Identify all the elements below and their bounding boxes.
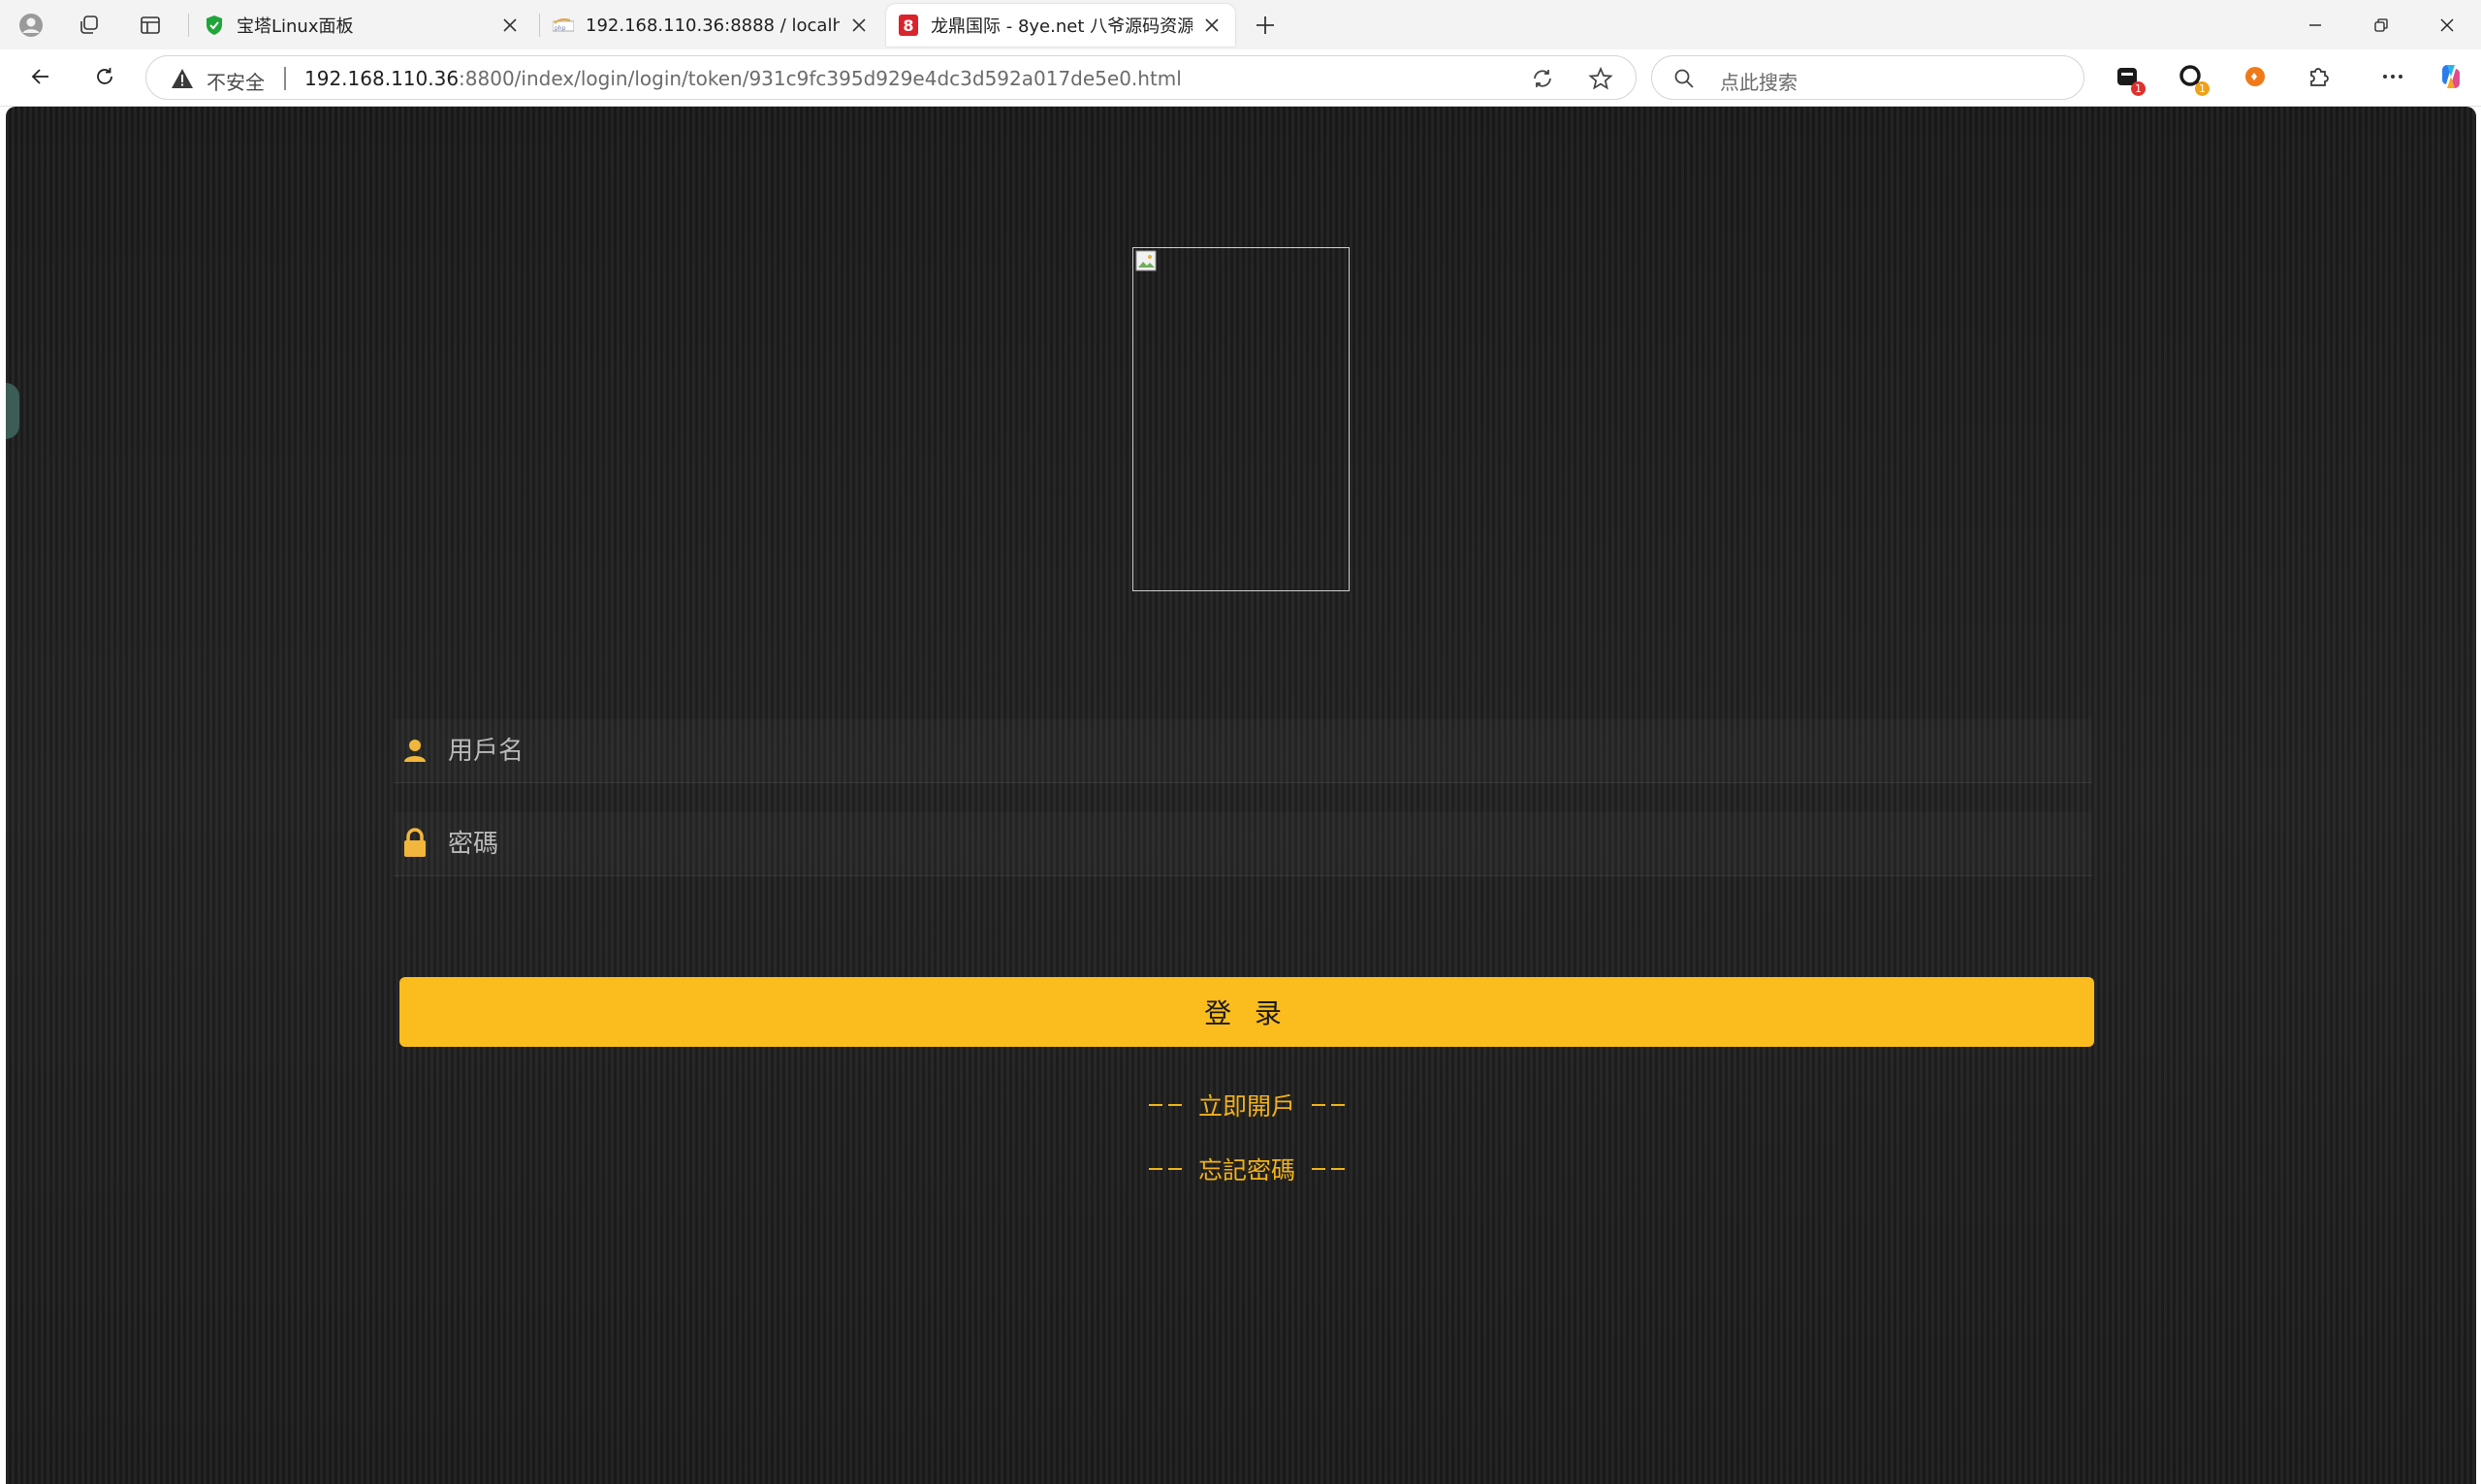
window-close-icon[interactable] <box>2413 0 2481 49</box>
lock-icon <box>399 828 430 859</box>
side-handle[interactable] <box>6 383 19 439</box>
address-toolbar: 不安全 192.168.110.36:8800/index/login/logi… <box>0 49 2481 107</box>
close-icon[interactable] <box>498 14 522 37</box>
tab-longding[interactable]: 8 龙鼎国际 - 8ye.net 八爷源码资源 <box>886 4 1235 47</box>
dash-decoration <box>1312 1168 1325 1170</box>
tab-strip: 宝塔Linux面板 php 192.168.110.36:8888 / loca… <box>0 0 2481 49</box>
svg-text:php: php <box>555 25 566 32</box>
extension-1-button[interactable]: 1 <box>2108 61 2147 96</box>
phpmyadmin-icon: php <box>553 15 574 36</box>
register-link-text: 立即開戶 <box>1197 1092 1295 1121</box>
dash-decoration <box>1148 1104 1162 1106</box>
shield-icon <box>204 15 225 36</box>
warning-icon[interactable] <box>171 68 194 93</box>
tab-baota[interactable]: 宝塔Linux面板 <box>192 4 533 47</box>
close-icon[interactable] <box>847 14 871 37</box>
login-button[interactable]: 登 录 <box>399 977 2094 1047</box>
minimize-icon[interactable] <box>2281 0 2349 49</box>
tab-phpmyadmin[interactable]: php 192.168.110.36:8888 / localhost / <box>541 4 882 47</box>
more-menu-button[interactable] <box>2373 61 2412 96</box>
arrow-left-icon <box>29 65 52 92</box>
password-field <box>394 812 2092 876</box>
extensions-button[interactable] <box>2300 61 2338 96</box>
favorite-star-icon[interactable] <box>1585 63 1616 94</box>
translate-icon[interactable] <box>1527 63 1558 94</box>
dash-decoration <box>1331 1168 1345 1170</box>
profile-icon[interactable] <box>16 10 47 41</box>
restore-icon[interactable] <box>2347 0 2415 49</box>
refresh-button[interactable] <box>85 59 124 98</box>
back-button[interactable] <box>21 59 60 98</box>
red-8-icon: 8 <box>898 15 919 36</box>
username-field <box>394 719 2092 783</box>
dash-decoration <box>1167 1168 1182 1170</box>
tab-divider <box>539 14 540 37</box>
extension-3-icon <box>2242 64 2268 93</box>
extension-2-button[interactable]: 1 <box>2172 61 2211 96</box>
extension-badge: 1 <box>2195 81 2210 96</box>
svg-text:8: 8 <box>903 16 913 35</box>
extension-3-button[interactable] <box>2236 61 2274 96</box>
username-input[interactable] <box>448 719 2077 783</box>
user-icon <box>399 735 430 766</box>
dash-decoration <box>1167 1104 1182 1106</box>
address-divider <box>284 67 286 90</box>
workspaces-icon[interactable] <box>74 10 105 41</box>
search-icon <box>1673 68 1695 93</box>
more-dots-icon <box>2380 64 2405 93</box>
tab-title: 192.168.110.36:8888 / localhost / <box>586 15 840 36</box>
page-viewport: 登 录 立即開戶 忘記密碼 <box>6 107 2476 1484</box>
logo-image-broken <box>1132 247 1350 591</box>
forgot-link-text: 忘記密碼 <box>1197 1156 1295 1184</box>
tab-title: 龙鼎国际 - 8ye.net 八爷源码资源 <box>931 16 1193 37</box>
dash-decoration <box>1312 1104 1325 1106</box>
copilot-icon <box>2436 62 2465 95</box>
refresh-icon <box>93 65 116 92</box>
close-icon[interactable] <box>1200 14 1224 37</box>
url-text[interactable]: 192.168.110.36:8800/index/login/login/to… <box>304 67 1182 90</box>
url-host: 192.168.110.36 <box>304 67 460 90</box>
tab-title: 宝塔Linux面板 <box>237 16 354 37</box>
puzzle-icon <box>2306 64 2332 93</box>
vertical-tabs-icon[interactable] <box>135 10 166 41</box>
dash-decoration <box>1148 1168 1162 1170</box>
search-placeholder: 点此搜索 <box>1720 71 1797 94</box>
password-input[interactable] <box>448 812 2077 876</box>
security-label[interactable]: 不安全 <box>207 67 265 95</box>
forgot-password-link[interactable]: 忘記密碼 <box>975 1150 1518 1188</box>
copilot-button[interactable] <box>2432 61 2470 96</box>
search-box[interactable]: 点此搜索 <box>1651 55 2084 100</box>
register-link[interactable]: 立即開戶 <box>975 1086 1518 1124</box>
address-bar[interactable]: 不安全 192.168.110.36:8800/index/login/logi… <box>145 55 1637 100</box>
url-path: :8800/index/login/login/token/931c9fc395… <box>459 67 1182 90</box>
tab-divider <box>188 14 189 37</box>
new-tab-icon[interactable] <box>1250 10 1281 41</box>
extension-badge: 1 <box>2131 81 2146 96</box>
broken-image-icon <box>1135 250 1161 279</box>
dash-decoration <box>1331 1104 1345 1106</box>
